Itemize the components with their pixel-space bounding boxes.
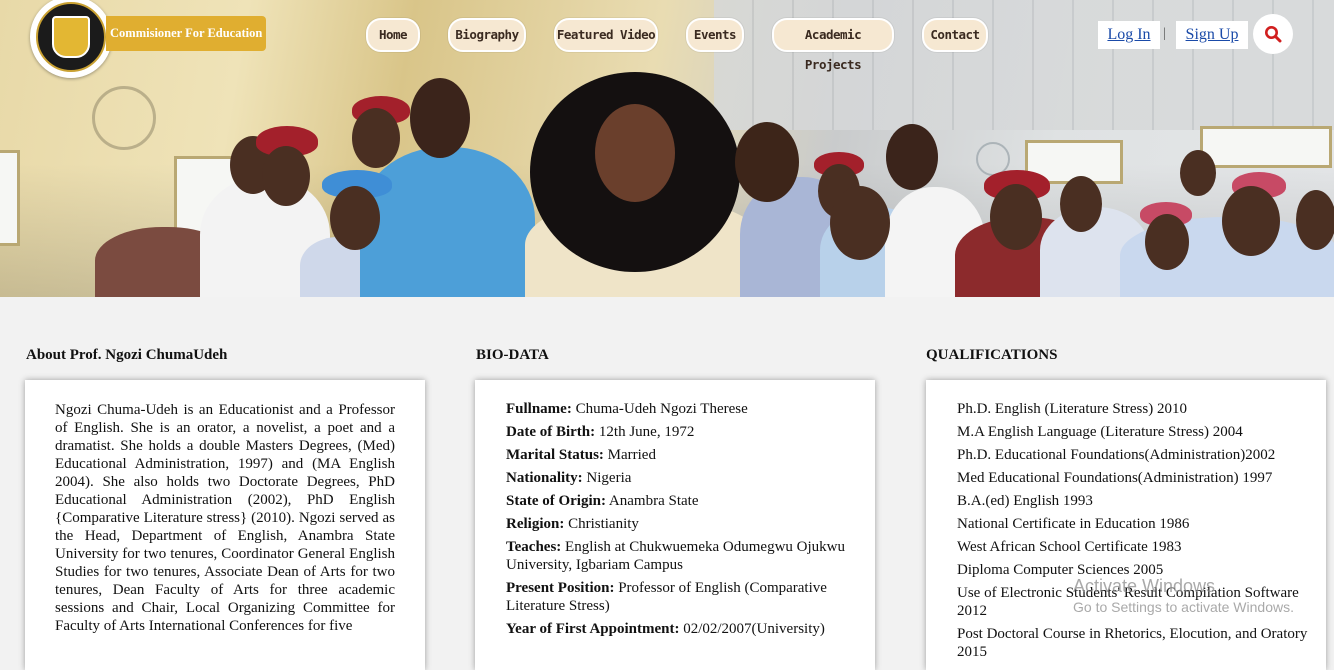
hero-face bbox=[990, 184, 1042, 250]
biodata-label: Fullname: bbox=[506, 401, 572, 417]
biodata-value: Chuma-Udeh Ngozi Therese bbox=[575, 401, 748, 417]
biodata-card: Fullname: Chuma-Udeh Ngozi Therese Date … bbox=[475, 380, 875, 670]
biodata-value: 02/02/2007(University) bbox=[683, 621, 825, 637]
hero-face bbox=[410, 78, 470, 158]
biodata-value: Christianity bbox=[568, 516, 639, 532]
biodata-label: Nationality: bbox=[506, 470, 583, 486]
biodata-item: Nationality: Nigeria bbox=[506, 469, 846, 487]
biodata-value: Married bbox=[607, 447, 656, 463]
hero-face bbox=[352, 108, 400, 168]
biodata-list: Fullname: Chuma-Udeh Ngozi Therese Date … bbox=[506, 400, 846, 643]
hero-face bbox=[1222, 186, 1280, 256]
biodata-item: Marital Status: Married bbox=[506, 446, 846, 464]
biodata-value: 12th June, 1972 bbox=[598, 424, 695, 440]
biodata-item: Religion: Christianity bbox=[506, 515, 846, 533]
biodata-item: Teaches: English at Chukwuemeka Odumegwu… bbox=[506, 538, 846, 574]
hero-face bbox=[262, 146, 310, 206]
nav-contact[interactable]: Contact bbox=[922, 18, 988, 52]
qualification-item: Ph.D. Educational Foundations(Administra… bbox=[957, 447, 1276, 463]
hero-face bbox=[886, 124, 938, 190]
login-link[interactable]: Log In bbox=[1098, 21, 1160, 49]
biodata-label: State of Origin: bbox=[506, 493, 606, 509]
hero-face bbox=[595, 104, 675, 202]
biodata-item: Present Position: Professor of English (… bbox=[506, 579, 846, 615]
hero-window bbox=[1200, 126, 1332, 168]
biodata-label: Religion: bbox=[506, 516, 565, 532]
hero-window bbox=[0, 150, 20, 246]
hero-face bbox=[1296, 190, 1334, 250]
hero-person bbox=[360, 147, 535, 297]
qualifications-title: QUALIFICATIONS bbox=[926, 347, 1058, 363]
about-text: Ngozi Chuma-Udeh is an Educationist and … bbox=[55, 402, 395, 634]
biodata-item: Date of Birth: 12th June, 1972 bbox=[506, 423, 846, 441]
qualification-item: West African School Certificate 1983 bbox=[957, 539, 1182, 555]
hero-face bbox=[735, 122, 799, 202]
windows-activation-watermark: Activate Windows Go to Settings to activ… bbox=[1073, 576, 1294, 615]
biodata-item: Fullname: Chuma-Udeh Ngozi Therese bbox=[506, 400, 846, 418]
nav-featured-video[interactable]: Featured Video bbox=[554, 18, 658, 52]
qualification-item: M.A English Language (Literature Stress)… bbox=[957, 424, 1243, 440]
nav-events[interactable]: Events bbox=[686, 18, 744, 52]
search-button[interactable] bbox=[1253, 14, 1293, 54]
qualification-item: National Certificate in Education 1986 bbox=[957, 516, 1190, 532]
nav-academic-projects[interactable]: Academic Projects bbox=[772, 18, 894, 72]
signup-link[interactable]: Sign Up bbox=[1176, 21, 1248, 49]
hero-face bbox=[830, 186, 890, 260]
nav-biography[interactable]: Biography bbox=[448, 18, 526, 52]
biodata-label: Present Position: bbox=[506, 580, 615, 596]
qualification-item: B.A.(ed) English 1993 bbox=[957, 493, 1093, 509]
hero-face bbox=[1145, 214, 1189, 270]
qualifications-list: Ph.D. English (Literature Stress) 2010 M… bbox=[957, 400, 1312, 666]
qualification-item: Post Doctoral Course in Rhetorics, Elocu… bbox=[957, 626, 1308, 660]
about-title: About Prof. Ngozi ChumaUdeh bbox=[26, 347, 228, 363]
nav-home[interactable]: Home bbox=[366, 18, 420, 52]
watermark-subtitle: Go to Settings to activate Windows. bbox=[1073, 599, 1294, 615]
qualifications-card: Ph.D. English (Literature Stress) 2010 M… bbox=[926, 380, 1326, 670]
biodata-label: Marital Status: bbox=[506, 447, 604, 463]
ceiling-fan bbox=[92, 86, 156, 150]
biodata-title: BIO-DATA bbox=[476, 347, 549, 363]
search-icon bbox=[1265, 26, 1282, 43]
biodata-label: Year of First Appointment: bbox=[506, 621, 680, 637]
seal-icon bbox=[36, 2, 106, 72]
biodata-item: State of Origin: Anambra State bbox=[506, 492, 846, 510]
biodata-item: Year of First Appointment: 02/02/2007(Un… bbox=[506, 620, 846, 638]
qualification-item: Med Educational Foundations(Administrati… bbox=[957, 470, 1273, 486]
biodata-value: Nigeria bbox=[586, 470, 632, 486]
site-brand[interactable]: Commisioner For Education bbox=[106, 16, 267, 51]
biodata-label: Date of Birth: bbox=[506, 424, 596, 440]
watermark-title: Activate Windows bbox=[1073, 576, 1216, 596]
coat-of-arms-icon bbox=[52, 16, 90, 58]
biodata-label: Teaches: bbox=[506, 539, 562, 555]
hero-face bbox=[1060, 176, 1102, 232]
hero-face bbox=[1180, 150, 1216, 196]
hero-face bbox=[330, 186, 380, 250]
auth-separator: | bbox=[1163, 26, 1166, 41]
biodata-value: Anambra State bbox=[608, 493, 699, 509]
qualification-item: Ph.D. English (Literature Stress) 2010 bbox=[957, 401, 1187, 417]
about-card: Ngozi Chuma-Udeh is an Educationist and … bbox=[25, 380, 425, 670]
